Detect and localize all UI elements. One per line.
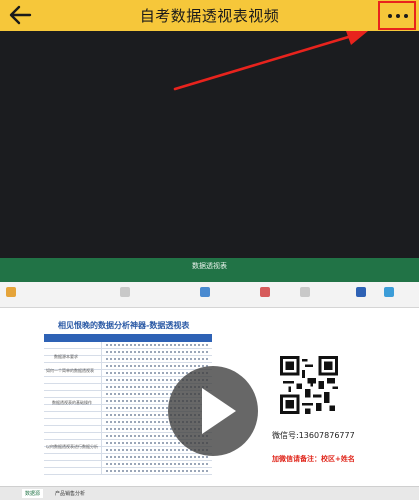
category-label: 如何一个简单的数据透视表 xyxy=(46,368,94,373)
top-bar: 自考数据透视表视频 xyxy=(0,0,419,31)
sort-icon xyxy=(356,287,366,297)
paste-icon xyxy=(6,287,16,297)
excel-ribbon xyxy=(0,282,419,308)
find-icon xyxy=(384,287,394,297)
category-label: 以何数据透视表进行数据分析 xyxy=(46,444,98,449)
excel-ribbon-tabs xyxy=(0,274,419,289)
sheet-tab[interactable]: 产品销售分析 xyxy=(52,489,88,498)
more-button[interactable] xyxy=(378,1,416,30)
play-button[interactable] xyxy=(168,366,258,456)
category-label: 数据源本要求 xyxy=(54,354,78,359)
video-area-dark xyxy=(0,31,419,258)
sheet-title: 相见恨晚的数据分析神器-数据透视表 xyxy=(58,321,190,330)
excel-sheet: 相见恨晚的数据分析神器-数据透视表 数据源本要求 如何一个简单的数据透视表 数据… xyxy=(0,308,419,486)
play-icon xyxy=(202,388,236,434)
excel-window-title: 数据透视表 xyxy=(192,262,227,270)
cells-icon xyxy=(300,287,310,297)
page-title: 自考数据透视表视频 xyxy=(139,7,280,25)
style-icon xyxy=(260,287,270,297)
video-player[interactable]: 数据透视表 相见恨晚的数据分析神器-数据透视表 数据源本要求 如何一个简单的数据… xyxy=(0,258,419,500)
format-icon xyxy=(200,287,210,297)
contact-note: 加微信请备注：校区+姓名 xyxy=(272,455,355,463)
red-arrow-annotation xyxy=(173,31,368,91)
excel-sheet-tabs: 数据源 产品销售分析 xyxy=(0,486,419,500)
qr-code xyxy=(280,356,338,414)
more-dots-icon xyxy=(388,14,408,18)
align-icon xyxy=(120,287,130,297)
wechat-id: 微信号:13607876777 xyxy=(272,431,355,440)
excel-title-bar: 数据透视表 xyxy=(0,258,419,274)
sheet-tab[interactable]: 数据源 xyxy=(22,489,44,498)
category-label: 数据透视表的基础操作 xyxy=(52,400,92,405)
